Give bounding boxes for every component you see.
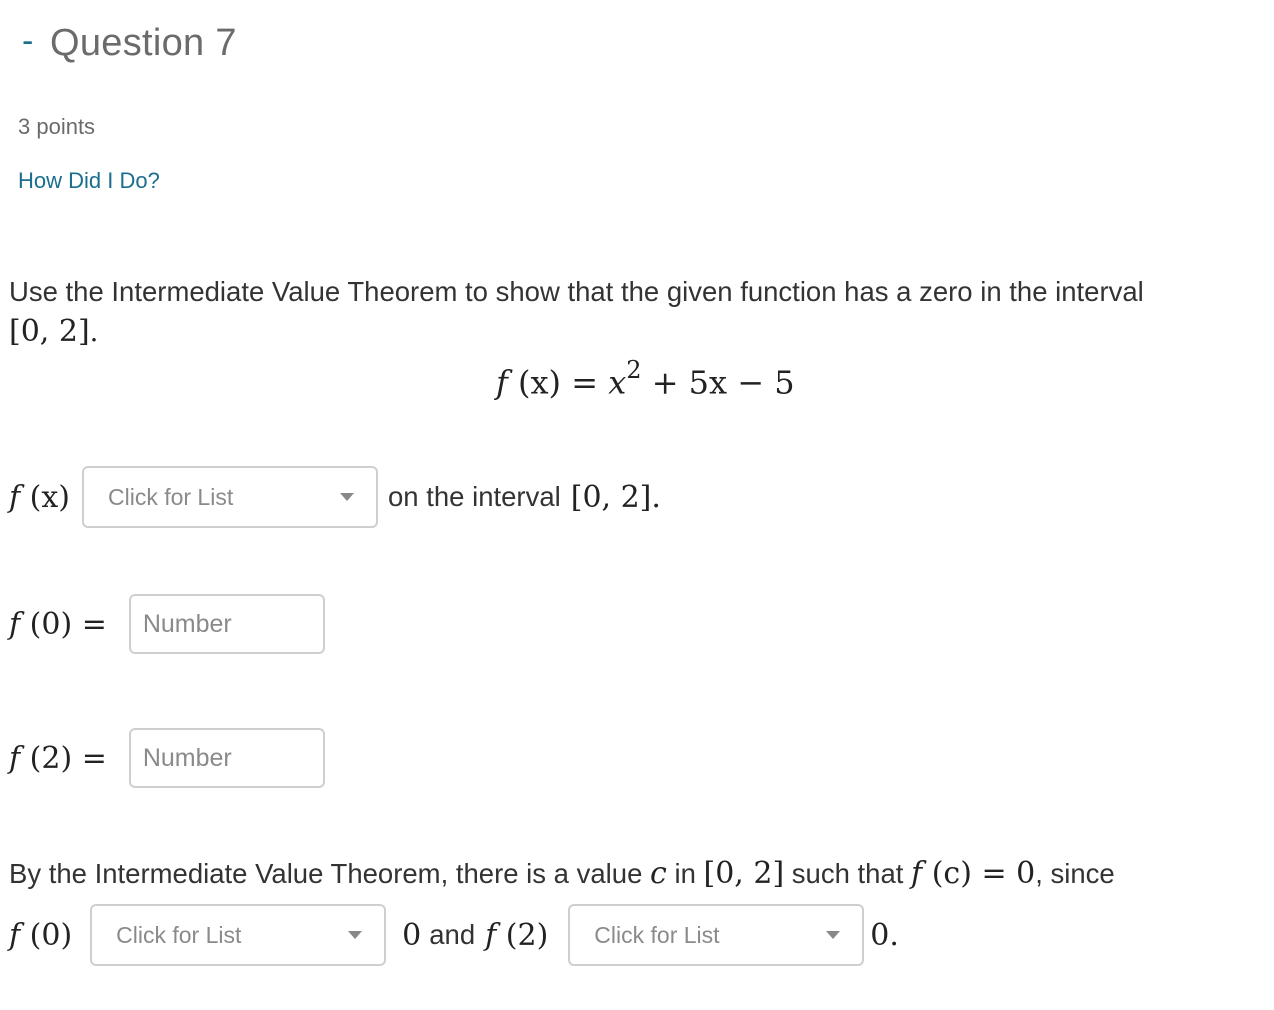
- fx-label: f (x): [9, 480, 70, 515]
- conclusion-text3: such that: [791, 858, 904, 889]
- interval-math: [0, 2]: [570, 479, 652, 515]
- fc-expression: f (c) = 0: [911, 856, 1035, 891]
- continuity-row: f (x) Click for List on the interval [0,…: [9, 466, 661, 528]
- f0-arg: (0): [29, 606, 73, 642]
- mid-zero: 0: [402, 917, 422, 953]
- how-did-i-do-link[interactable]: How Did I Do?: [18, 168, 160, 194]
- sign-row: f (0) Click for List 0 and f (2) Click f…: [9, 904, 899, 966]
- sign-f0-arg: (0): [29, 917, 73, 953]
- collapse-toggle-icon[interactable]: -: [22, 22, 33, 61]
- continuity-select[interactable]: Click for List: [81, 466, 378, 528]
- fx-arg: (x): [29, 479, 70, 515]
- formula-rest: + 5x − 5: [651, 363, 795, 402]
- f2-arg: (2): [29, 740, 73, 776]
- f2-number-input[interactable]: [128, 728, 325, 788]
- sign-f0-fn: f: [9, 917, 21, 953]
- chevron-down-icon: [348, 931, 363, 939]
- f0-row: f (0) =: [9, 594, 325, 654]
- f0-fn: f: [9, 606, 21, 642]
- c-var: c: [650, 856, 667, 891]
- f2-eq: =: [81, 740, 107, 776]
- prompt-text: Use the Intermediate Value Theorem to sh…: [9, 276, 1144, 307]
- f0-label: f (0) =: [9, 607, 107, 642]
- conclusion-interval: [0, 2]: [703, 856, 785, 891]
- function-formula: f (x) = x2 + 5x − 5: [496, 356, 795, 402]
- fc-fn: f: [911, 856, 923, 891]
- conclusion-text1: By the Intermediate Value Theorem, there…: [9, 858, 643, 889]
- f0-eq: =: [81, 606, 107, 642]
- sign-f2-label: f (2): [485, 918, 548, 953]
- select-placeholder: Click for List: [116, 921, 242, 948]
- conclusion-sentence: By the Intermediate Value Theorem, there…: [9, 856, 1115, 891]
- conclusion-text2: in: [674, 858, 696, 889]
- formula-var: x: [608, 363, 627, 402]
- f2-fn: f: [9, 740, 21, 776]
- and-text: and: [429, 919, 476, 950]
- f0-sign-select[interactable]: Click for List: [90, 904, 387, 966]
- question-title: Question 7: [50, 22, 237, 64]
- end-zero: 0.: [870, 917, 899, 953]
- f2-sign-select[interactable]: Click for List: [568, 904, 865, 966]
- sign-f0-label: f (0): [9, 918, 72, 953]
- f2-label: f (2) =: [9, 741, 107, 776]
- f2-row: f (2) =: [9, 728, 325, 788]
- fx-fn: f: [9, 479, 21, 515]
- fc-eq: = 0: [981, 856, 1036, 891]
- formula-fn: f: [496, 363, 508, 402]
- points-label: 3 points: [18, 114, 96, 139]
- formula-arg: (x): [518, 363, 562, 402]
- chevron-down-icon: [339, 493, 354, 501]
- prompt-period: .: [89, 316, 99, 348]
- formula-exponent: 2: [626, 356, 642, 384]
- select-placeholder: Click for List: [594, 921, 720, 948]
- f0-number-input[interactable]: [128, 594, 325, 654]
- period: .: [651, 479, 661, 515]
- sign-f2-fn: f: [485, 917, 497, 953]
- question-prompt: Use the Intermediate Value Theorem to sh…: [9, 272, 1269, 352]
- interval-text: on the interval: [387, 481, 561, 512]
- select-placeholder: Click for List: [107, 483, 234, 510]
- formula-eq: =: [571, 363, 599, 402]
- chevron-down-icon: [826, 931, 841, 939]
- sign-f2-arg: (2): [505, 917, 549, 953]
- conclusion-text4: , since: [1035, 858, 1115, 889]
- prompt-interval: [0, 2]: [9, 314, 90, 349]
- fc-arg: (c): [931, 856, 972, 891]
